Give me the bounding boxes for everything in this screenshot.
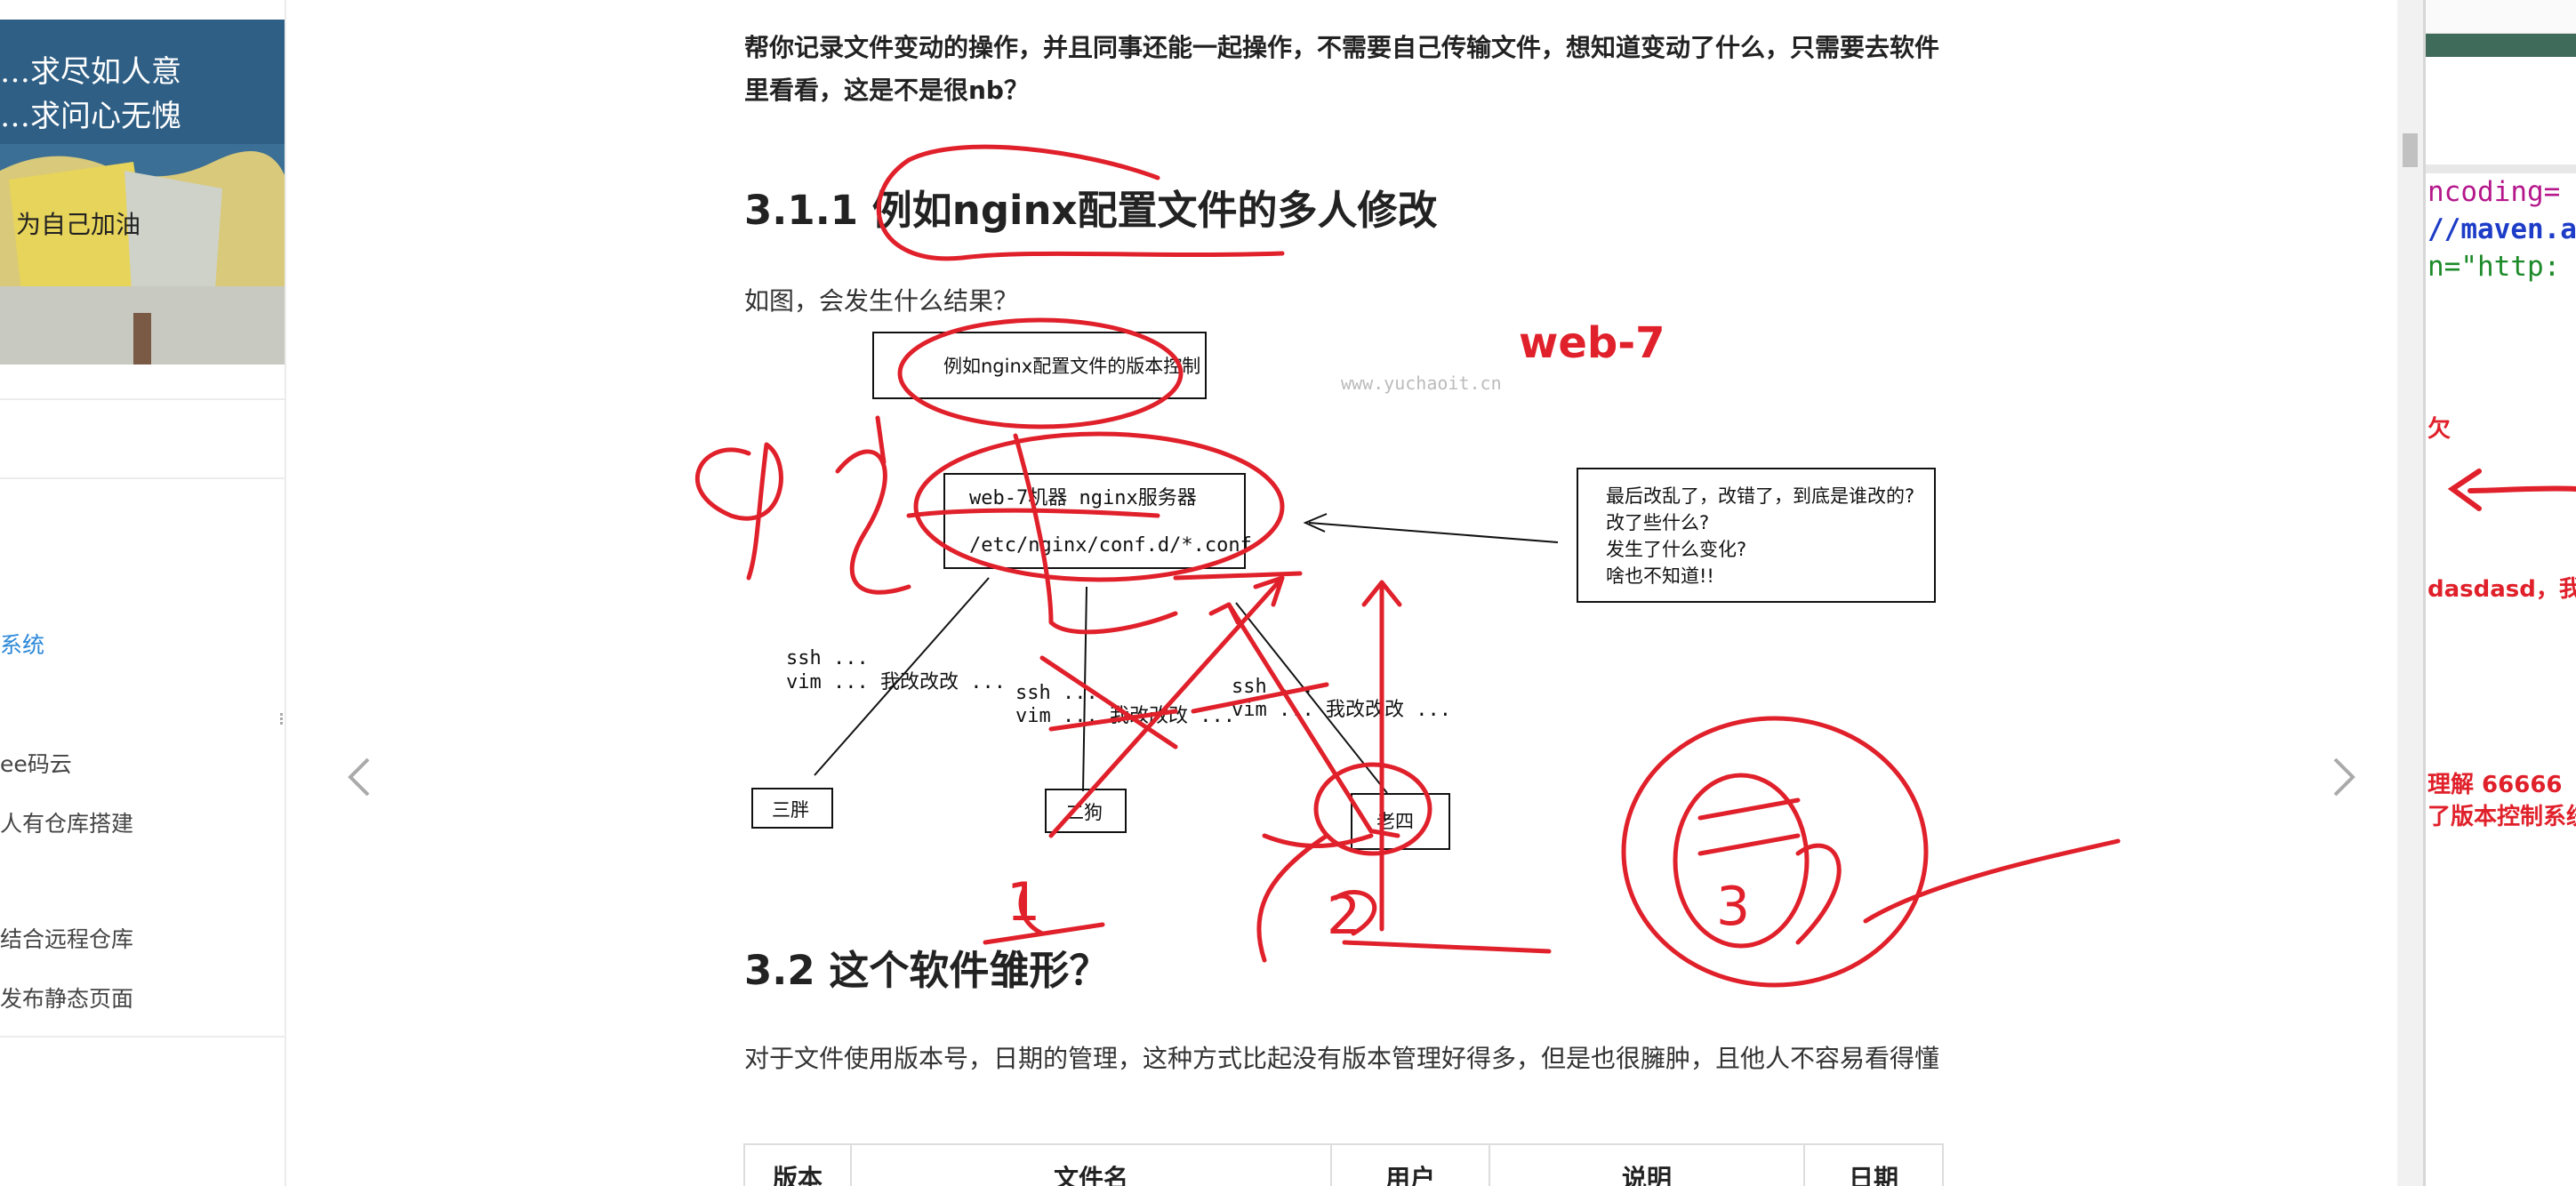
svg-text:…求问心无愧: …求问心无愧	[0, 99, 181, 134]
ssh-label-3: ssh ...	[1232, 676, 1314, 698]
sidebar-item-private-repo[interactable]: 人有仓库搭建	[0, 806, 133, 838]
table-header-version: 版本	[745, 1145, 852, 1186]
svg-text:为自己加油: 为自己加油	[16, 210, 140, 239]
vim-label-1: vim ... 我改改改 ...	[786, 671, 1006, 693]
code-line: n="http:	[2428, 251, 2561, 283]
note-line-4: 啥也不知道!!	[1606, 565, 1714, 587]
table-header-date: 日期	[1848, 1164, 1898, 1186]
svg-text:…求尽如人意: …求尽如人意	[0, 54, 181, 90]
note-line-2: 改了些什么?	[1606, 512, 1709, 533]
vim-label-3: vim ... 我改改改 ...	[1232, 699, 1451, 721]
sidebar: …求尽如人意 …求问心无愧 为自己加油 系统 ee码云 人有仓库搭建 结合远程仓…	[0, 0, 286, 1186]
sidebar-resize-handle[interactable]	[278, 711, 284, 734]
user-box-2	[1045, 789, 1127, 833]
sidebar-banner-image: …求尽如人意 …求问心无愧 为自己加油	[0, 20, 285, 365]
page-scrollbar[interactable]	[2397, 0, 2423, 1186]
sidebar-divider	[0, 1036, 285, 1038]
sidebar-divider	[0, 477, 285, 479]
vim-label-2: vim ... 我改改改 ...	[1015, 705, 1235, 727]
table-header-user: 用户	[1332, 1145, 1490, 1186]
code-line: //maven.a	[2428, 213, 2576, 245]
figure-title-box	[872, 332, 1207, 399]
note-line-1: 最后改乱了，改错了，到底是谁改的?	[1606, 485, 1914, 507]
note-line-3: 发生了什么变化?	[1606, 539, 1746, 560]
table-header-filename: 文件名	[852, 1145, 1332, 1186]
figure-title-text: 例如nginx配置文件的版本控制	[943, 356, 1200, 377]
background-window-toolbar	[2426, 34, 2576, 57]
sidebar-item-version-control[interactable]: 系统	[0, 628, 44, 660]
server-box	[943, 473, 1246, 569]
annotation-web7: web-7	[1519, 318, 1665, 368]
table-header-description: 说明	[1490, 1145, 1805, 1186]
ssh-label-1: ssh ...	[786, 647, 869, 669]
prev-page-icon[interactable]	[341, 754, 377, 800]
server-line-2: /etc/nginx/conf.d/*.conf	[969, 534, 1252, 557]
figure-question: 如图，会发生什么结果？	[744, 286, 1019, 316]
background-window[interactable]: ncoding= //maven.a n="http: 欠 dasdasd，我不…	[2423, 0, 2576, 1186]
code-line: ncoding=	[2428, 176, 2561, 208]
annotation-number-2: 2	[1327, 885, 1360, 947]
red-note: 理解 66666	[2428, 772, 2563, 798]
background-window-titlebar	[2426, 0, 2576, 34]
server-line-1: web-7机器 nginx服务器	[969, 487, 1197, 509]
version-table: 版本 文件名 用户 说明 日期	[743, 1143, 1944, 1186]
user-box-1	[751, 788, 833, 829]
sidebar-divider	[0, 398, 285, 400]
article: 帮你记录文件变动的操作，并且同事还能一起操作，不需要自己传输文件，想知道变动了什…	[286, 0, 2423, 1186]
red-note: 欠	[2428, 416, 2452, 443]
note-box	[1577, 468, 1936, 603]
annotation-number-3: 3	[1716, 876, 1750, 938]
user-2-label: 二狗	[1065, 802, 1103, 823]
red-note: dasdasd，我不	[2428, 576, 2576, 603]
hand-drawn-annotations	[694, 144, 2121, 988]
red-arrow-icon	[2447, 469, 2576, 511]
sidebar-item-static-pages[interactable]: 发布静态页面	[0, 982, 133, 1014]
heading-3-1-1: 3.1.1 例如nginx配置文件的多人修改	[744, 187, 1438, 234]
para-3-2: 对于文件使用版本号，日期的管理，这种方式比起没有版本管理好得多，但是也很臃肿，且…	[744, 1044, 1940, 1073]
ssh-label-2: ssh ...	[1015, 682, 1098, 704]
sidebar-item-gitee[interactable]: ee码云	[0, 747, 72, 779]
annotation-number-1: 1	[1007, 871, 1040, 934]
scrollbar-thumb[interactable]	[2403, 133, 2418, 167]
user-3-label: 老四	[1376, 811, 1414, 832]
red-note: 了版本控制系统	[2428, 804, 2576, 830]
user-1-label: 三胖	[772, 799, 809, 821]
heading-3-2: 3.2 这个软件雏形？	[744, 947, 1110, 994]
background-window-tabstrip	[2426, 164, 2576, 173]
figure-watermark: www.yuchaoit.cn	[1341, 373, 1502, 394]
user-box-3	[1351, 793, 1450, 850]
intro-paragraph: 帮你记录文件变动的操作，并且同事还能一起操作，不需要自己传输文件，想知道变动了什…	[744, 33, 1940, 105]
sidebar-item-remote-repo[interactable]: 结合远程仓库	[0, 922, 133, 954]
next-page-icon[interactable]	[2326, 754, 2362, 800]
